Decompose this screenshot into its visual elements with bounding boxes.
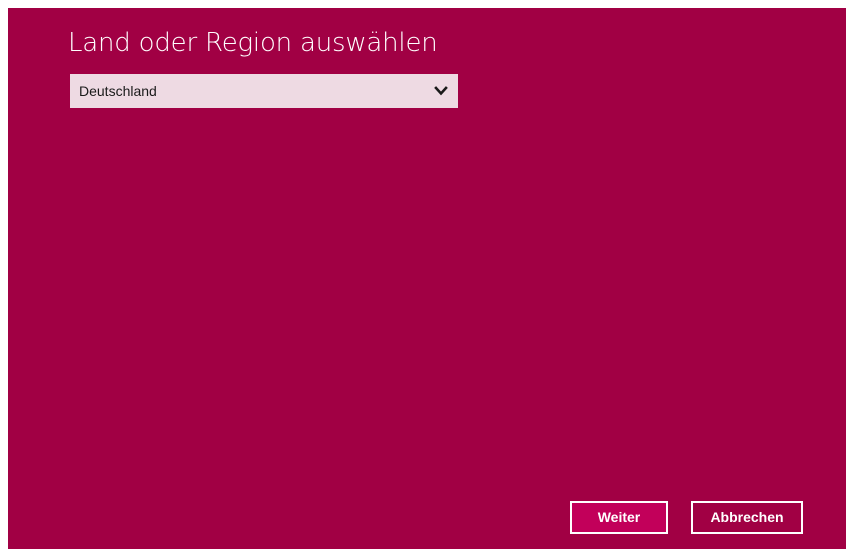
next-button[interactable]: Weiter bbox=[570, 501, 668, 534]
region-select-value: Deutschland bbox=[79, 83, 157, 99]
chevron-down-icon bbox=[434, 84, 448, 98]
setup-dialog: Land oder Region auswählen Deutschland W… bbox=[8, 8, 846, 549]
cancel-button[interactable]: Abbrechen bbox=[691, 501, 803, 534]
page-title: Land oder Region auswählen bbox=[68, 28, 438, 58]
region-select[interactable]: Deutschland bbox=[70, 74, 458, 108]
